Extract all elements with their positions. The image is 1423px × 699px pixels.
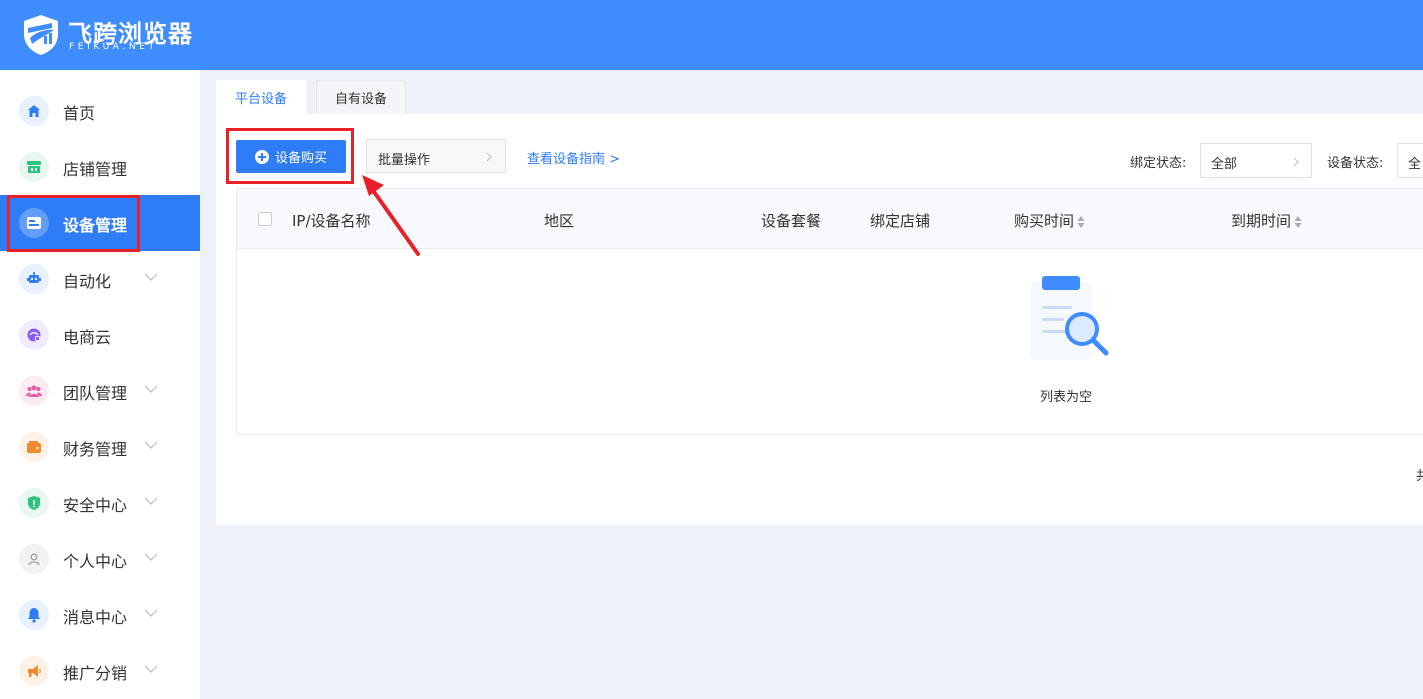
chevron-right-icon [486, 152, 492, 162]
shield-icon [19, 488, 49, 518]
bind-status-value: 全部 [1211, 157, 1238, 172]
column-purchase-time: 购买时间 [1014, 212, 1075, 230]
bind-status-label: 绑定状态: [1130, 156, 1187, 171]
sidebar-item-automation[interactable]: 自动化 [0, 251, 200, 307]
chevron-down-icon[interactable] [144, 385, 158, 393]
chevron-right-icon [1293, 157, 1299, 167]
tab-own-devices[interactable]: 自有设备 [316, 80, 406, 114]
empty-list-text: 列表为空 [1040, 390, 1093, 405]
sidebar-item-promotion[interactable]: 推广分销 [0, 643, 200, 699]
chevron-down-icon[interactable] [144, 609, 158, 617]
brand-domain: FEIKUA.NET [69, 42, 158, 52]
device-table: IP/设备名称 地区 设备套餐 绑定店铺 购买时间 到期时间 [236, 188, 1423, 435]
sidebar-item-team[interactable]: 团队管理 [0, 363, 200, 419]
device-status-label: 设备状态: [1327, 156, 1384, 171]
column-region: 地区 [544, 212, 575, 230]
bind-status-select[interactable]: 全部 [1200, 143, 1312, 178]
column-expiry-time: 到期时间 [1231, 212, 1292, 230]
table-header: IP/设备名称 地区 设备套餐 绑定店铺 购买时间 到期时间 [237, 189, 1423, 249]
batch-operation-dropdown[interactable]: 批量操作 [366, 139, 506, 173]
device-status-value: 全 [1408, 157, 1422, 172]
megaphone-icon [19, 656, 49, 686]
sidebar-item-security[interactable]: 安全中心 [0, 475, 200, 531]
column-device-plan: 设备套餐 [761, 212, 822, 230]
store-icon [19, 152, 49, 182]
sidebar-item-home[interactable]: 首页 [0, 83, 200, 139]
sidebar-item-label: 自动化 [63, 272, 112, 291]
sidebar-item-label: 电商云 [63, 328, 112, 347]
chevron-down-icon[interactable] [144, 497, 158, 505]
sidebar-item-label: 首页 [63, 104, 96, 123]
device-status-select[interactable]: 全 [1397, 143, 1423, 178]
sidebar-item-label: 消息中心 [63, 608, 128, 627]
pagination-total: 共 [1416, 469, 1423, 484]
sidebar-item-ecloud[interactable]: 电商云 [0, 307, 200, 363]
sidebar-item-label: 个人中心 [63, 552, 128, 571]
team-icon [19, 376, 49, 406]
device-guide-link[interactable]: 查看设备指南 > [527, 148, 620, 167]
chevron-down-icon[interactable] [144, 273, 158, 281]
highlight-box-sidebar [7, 195, 140, 252]
brand-logo[interactable]: 飞跨浏览器 FEIKUA.NET [22, 12, 202, 58]
cloud-icon [19, 320, 49, 350]
column-ip-device-name: IP/设备名称 [292, 212, 371, 230]
sidebar-item-label: 推广分销 [63, 664, 128, 683]
column-expiry-time-sort[interactable]: 到期时间 [1231, 210, 1302, 231]
sidebar: 首页 店铺管理 设备管理 自动化 电商云 团队管理 财务管理 安全中心 个人中心… [0, 70, 200, 699]
sort-icon[interactable] [1294, 215, 1302, 228]
sidebar-item-label: 团队管理 [63, 384, 128, 403]
robot-icon [19, 264, 49, 294]
chevron-down-icon[interactable] [144, 665, 158, 673]
bell-icon [19, 600, 49, 630]
select-all-checkbox[interactable] [258, 212, 272, 226]
sidebar-item-store[interactable]: 店铺管理 [0, 139, 200, 195]
sidebar-item-finance[interactable]: 财务管理 [0, 419, 200, 475]
highlight-box-buy [226, 128, 354, 184]
sidebar-item-label: 财务管理 [63, 440, 128, 459]
column-bound-store: 绑定店铺 [870, 212, 931, 230]
home-icon [19, 96, 49, 126]
column-purchase-time-sort[interactable]: 购买时间 [1014, 210, 1085, 231]
app-header: 飞跨浏览器 FEIKUA.NET [0, 0, 1423, 70]
sidebar-item-label: 安全中心 [63, 496, 128, 515]
user-icon [19, 544, 49, 574]
sidebar-item-label: 店铺管理 [63, 160, 128, 179]
feikua-logo-icon [24, 15, 58, 55]
chevron-down-icon[interactable] [144, 441, 158, 449]
sidebar-item-personal[interactable]: 个人中心 [0, 531, 200, 587]
chevron-down-icon[interactable] [144, 553, 158, 561]
sort-icon[interactable] [1077, 215, 1085, 228]
sidebar-item-messages[interactable]: 消息中心 [0, 587, 200, 643]
empty-list-icon [1030, 276, 1109, 360]
wallet-icon [19, 432, 49, 462]
tab-platform-devices[interactable]: 平台设备 [216, 80, 306, 114]
batch-operation-label: 批量操作 [378, 153, 431, 168]
